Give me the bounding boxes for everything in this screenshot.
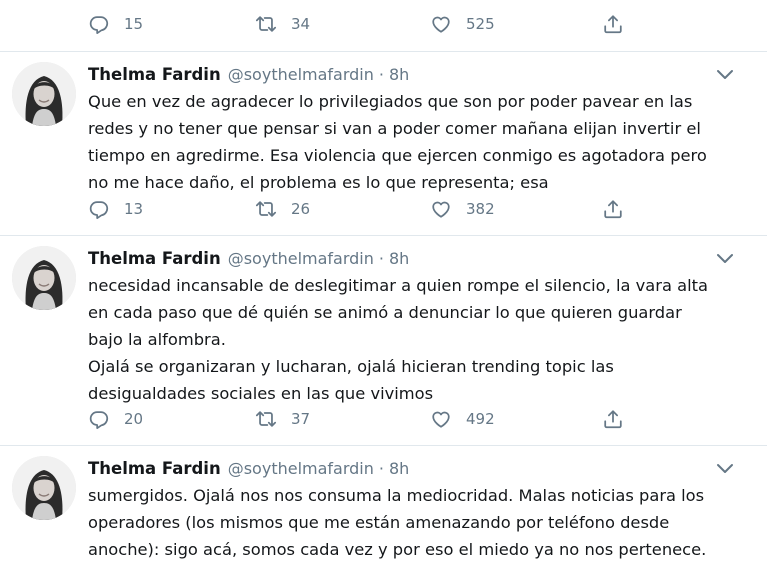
- tweet[interactable]: Thelma Fardin @soythelmafardin · 8h Que …: [0, 62, 767, 234]
- separator: ·: [378, 249, 384, 268]
- divider: [0, 445, 767, 446]
- like-icon: [430, 198, 452, 220]
- retweet-button[interactable]: 26: [255, 198, 310, 220]
- avatar-image: [12, 62, 76, 126]
- avatar-image: [12, 246, 76, 310]
- like-button[interactable]: 525: [430, 13, 495, 35]
- avatar[interactable]: [12, 246, 76, 310]
- action-bar-top: 15 34 525: [0, 0, 767, 52]
- author-name[interactable]: Thelma Fardin: [88, 459, 221, 478]
- reply-icon: [88, 13, 110, 35]
- avatar[interactable]: [12, 456, 76, 520]
- retweet-icon: [255, 198, 277, 220]
- like-icon: [430, 408, 452, 430]
- retweet-button[interactable]: 34: [255, 13, 310, 35]
- retweet-count: 34: [291, 15, 311, 33]
- retweet-button[interactable]: 37: [255, 408, 310, 430]
- like-count: 492: [466, 410, 495, 428]
- share-icon: [602, 13, 624, 35]
- tweet-header: Thelma Fardin @soythelmafardin · 8h: [88, 459, 409, 478]
- retweet-icon: [255, 13, 277, 35]
- share-button[interactable]: [602, 408, 638, 430]
- reply-count: 13: [124, 200, 144, 218]
- like-button[interactable]: 492: [430, 408, 495, 430]
- separator: ·: [378, 459, 384, 478]
- reply-button[interactable]: 20: [88, 408, 143, 430]
- author-name[interactable]: Thelma Fardin: [88, 65, 221, 84]
- author-handle[interactable]: @soythelmafardin: [228, 459, 374, 478]
- author-name[interactable]: Thelma Fardin: [88, 249, 221, 268]
- share-icon: [602, 408, 624, 430]
- reply-count: 20: [124, 410, 144, 428]
- like-icon: [430, 13, 452, 35]
- timestamp[interactable]: 8h: [389, 65, 409, 84]
- reply-icon: [88, 408, 110, 430]
- tweet-header: Thelma Fardin @soythelmafardin · 8h: [88, 249, 409, 268]
- share-button[interactable]: [602, 13, 638, 35]
- tweet-header: Thelma Fardin @soythelmafardin · 8h: [88, 65, 409, 84]
- avatar-image: [12, 456, 76, 520]
- retweet-count: 26: [291, 200, 311, 218]
- share-icon: [602, 198, 624, 220]
- retweet-count: 37: [291, 410, 311, 428]
- author-handle[interactable]: @soythelmafardin: [228, 249, 374, 268]
- chevron-down-icon[interactable]: [715, 462, 735, 476]
- author-handle[interactable]: @soythelmafardin: [228, 65, 374, 84]
- tweet-text: necesidad incansable de deslegitimar a q…: [88, 276, 708, 403]
- reply-button[interactable]: 15: [88, 13, 143, 35]
- like-count: 382: [466, 200, 495, 218]
- reply-icon: [88, 198, 110, 220]
- timestamp[interactable]: 8h: [389, 249, 409, 268]
- tweet-text: Que en vez de agradecer lo privilegiados…: [88, 92, 707, 192]
- retweet-icon: [255, 408, 277, 430]
- like-button[interactable]: 382: [430, 198, 495, 220]
- timestamp[interactable]: 8h: [389, 459, 409, 478]
- share-button[interactable]: [602, 198, 638, 220]
- chevron-down-icon[interactable]: [715, 68, 735, 82]
- reply-count: 15: [124, 15, 144, 33]
- divider: [0, 51, 767, 52]
- reply-button[interactable]: 13: [88, 198, 143, 220]
- separator: ·: [378, 65, 384, 84]
- tweet-text: sumergidos. Ojalá nos nos consuma la med…: [88, 486, 707, 559]
- chevron-down-icon[interactable]: [715, 252, 735, 266]
- tweet[interactable]: Thelma Fardin @soythelmafardin · 8h nece…: [0, 246, 767, 442]
- divider: [0, 235, 767, 236]
- tweet[interactable]: Thelma Fardin @soythelmafardin · 8h sume…: [0, 456, 767, 573]
- avatar[interactable]: [12, 62, 76, 126]
- like-count: 525: [466, 15, 495, 33]
